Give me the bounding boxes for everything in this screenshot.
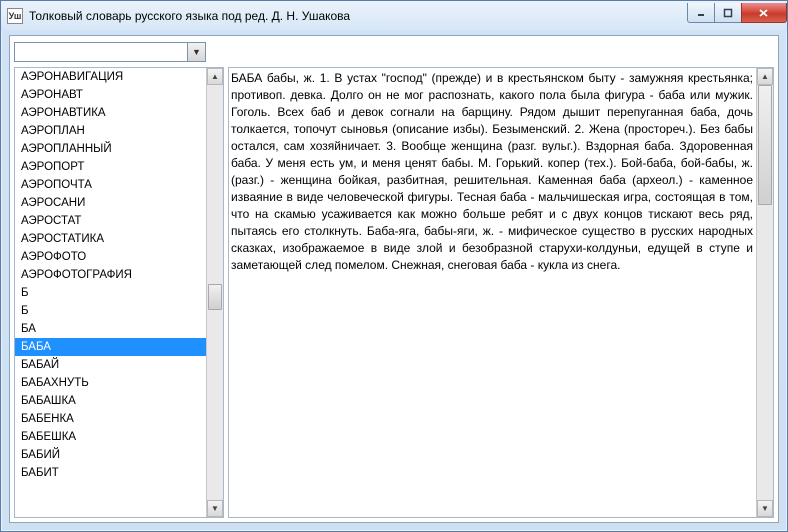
- word-item[interactable]: АЭРОПЛАН: [15, 122, 206, 140]
- app-icon: Уш: [7, 8, 23, 24]
- content-area: АЭРОНАВИГАЦИЯАЭРОНАВТАЭРОНАВТИКААЭРОПЛАН…: [10, 66, 778, 522]
- word-item[interactable]: БАБЕНКА: [15, 410, 206, 428]
- word-item[interactable]: БАБАЙ: [15, 356, 206, 374]
- word-item[interactable]: АЭРОСТАТИКА: [15, 230, 206, 248]
- definition-pane: БАБА бабы, ж. 1. В устах "господ" (прежд…: [228, 67, 774, 518]
- scroll-thumb[interactable]: [208, 284, 222, 310]
- word-item[interactable]: АЭРОНАВТИКА: [15, 104, 206, 122]
- maximize-button[interactable]: [714, 3, 742, 23]
- word-item[interactable]: БАБА: [15, 338, 206, 356]
- word-item[interactable]: АЭРОПЛАННЫЙ: [15, 140, 206, 158]
- definition-scrollbar[interactable]: ▲ ▼: [756, 68, 773, 517]
- chevron-down-icon: ▼: [192, 47, 201, 57]
- scroll-up-button[interactable]: ▲: [207, 68, 223, 85]
- word-item[interactable]: АЭРОПОЧТА: [15, 176, 206, 194]
- word-item[interactable]: АЭРОНАВТ: [15, 86, 206, 104]
- chevron-up-icon: ▲: [761, 72, 769, 81]
- search-combo: ▼: [14, 42, 206, 62]
- maximize-icon: [723, 8, 733, 18]
- scroll-track[interactable]: [207, 85, 223, 500]
- word-list-pane: АЭРОНАВИГАЦИЯАЭРОНАВТАЭРОНАВТИКААЭРОПЛАН…: [14, 67, 224, 518]
- window-controls: [688, 3, 787, 23]
- word-item[interactable]: БАБЕШКА: [15, 428, 206, 446]
- word-item[interactable]: БАБАШКА: [15, 392, 206, 410]
- word-item[interactable]: АЭРОСАНИ: [15, 194, 206, 212]
- minimize-icon: [696, 8, 706, 18]
- word-item[interactable]: АЭРОФОТО: [15, 248, 206, 266]
- word-item[interactable]: БАБИЙ: [15, 446, 206, 464]
- toolbar: ▼: [10, 36, 778, 66]
- definition-headword: БАБА: [231, 71, 262, 85]
- word-item[interactable]: БАБАХНУТЬ: [15, 374, 206, 392]
- scroll-up-button[interactable]: ▲: [757, 68, 773, 85]
- scroll-track[interactable]: [757, 85, 773, 500]
- client-area: ▼ АЭРОНАВИГАЦИЯАЭРОНАВТАЭРОНАВТИКААЭРОПЛ…: [9, 35, 779, 523]
- titlebar[interactable]: Уш Толковый словарь русского языка под р…: [1, 1, 787, 31]
- search-dropdown-button[interactable]: ▼: [188, 42, 206, 62]
- word-item[interactable]: Б: [15, 284, 206, 302]
- scroll-down-button[interactable]: ▼: [207, 500, 223, 517]
- definition-text: БАБА бабы, ж. 1. В устах "господ" (прежд…: [231, 70, 767, 274]
- word-item[interactable]: БАБИТ: [15, 464, 206, 482]
- word-list[interactable]: АЭРОНАВИГАЦИЯАЭРОНАВТАЭРОНАВТИКААЭРОПЛАН…: [15, 68, 223, 517]
- word-list-scrollbar[interactable]: ▲ ▼: [206, 68, 223, 517]
- scroll-down-button[interactable]: ▼: [757, 500, 773, 517]
- definition-body: бабы, ж. 1. В устах "господ" (прежде) и …: [231, 71, 753, 272]
- close-button[interactable]: [741, 3, 787, 23]
- close-icon: [758, 8, 770, 18]
- minimize-button[interactable]: [687, 3, 715, 23]
- chevron-up-icon: ▲: [211, 72, 219, 81]
- search-input[interactable]: [14, 42, 188, 62]
- word-item[interactable]: БА: [15, 320, 206, 338]
- word-item[interactable]: Б: [15, 302, 206, 320]
- word-item[interactable]: АЭРОФОТОГРАФИЯ: [15, 266, 206, 284]
- chevron-down-icon: ▼: [211, 504, 219, 513]
- scroll-thumb[interactable]: [758, 85, 772, 205]
- window-title: Толковый словарь русского языка под ред.…: [29, 9, 688, 23]
- word-item[interactable]: АЭРОНАВИГАЦИЯ: [15, 68, 206, 86]
- word-item[interactable]: АЭРОПОРТ: [15, 158, 206, 176]
- word-item[interactable]: АЭРОСТАТ: [15, 212, 206, 230]
- app-window: Уш Толковый словарь русского языка под р…: [0, 0, 788, 532]
- chevron-down-icon: ▼: [761, 504, 769, 513]
